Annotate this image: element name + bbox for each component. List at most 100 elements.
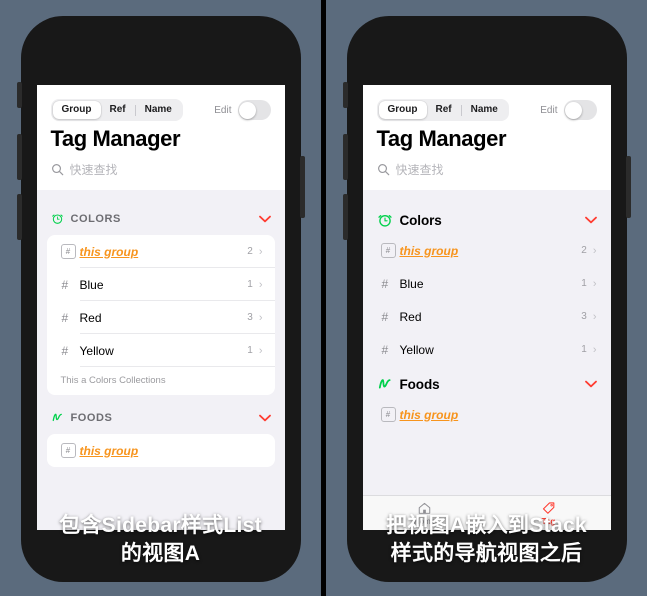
toggle-knob [565, 101, 582, 119]
section-header-foods[interactable]: Foods [363, 376, 611, 392]
segment-name[interactable]: Name [136, 101, 181, 119]
row-separator [79, 366, 275, 367]
phone-screen-right: Group Ref Name Edit Tag Manager 快速查找 Col… [362, 85, 611, 530]
phone-screen-left: Group Ref Name Edit Tag Manager 快速查找 COL… [36, 85, 285, 530]
silent-switch-button[interactable] [342, 82, 348, 108]
volume-down-button[interactable] [16, 194, 22, 240]
segment-group[interactable]: Group [52, 101, 101, 119]
page-title: Tag Manager [376, 126, 507, 151]
list-item-count: 1 [247, 279, 253, 290]
volume-up-button[interactable] [342, 134, 348, 180]
chevron-right-icon[interactable]: › [593, 245, 597, 257]
list-item[interactable]: # Yellow 1 › [363, 333, 611, 366]
section-header-left: FOODS [51, 411, 113, 424]
search-icon [377, 164, 389, 176]
caption-left-line2: 的视图A [120, 542, 201, 565]
silent-switch-button[interactable] [16, 82, 22, 108]
list-item-label: this group [399, 243, 459, 258]
section-header-left: COLORS [51, 212, 121, 225]
chevron-right-icon[interactable]: › [259, 312, 263, 324]
caption-left: 包含Sidebar样式List 的视图A [21, 512, 301, 568]
search-placeholder: 快速查找 [69, 163, 118, 177]
list-item[interactable]: # Yellow 1 › [47, 334, 275, 367]
list-item-count: 1 [581, 344, 587, 355]
section-label-colors: Colors [399, 212, 442, 228]
hash-icon: # [61, 277, 69, 292]
hash-box-icon: # [380, 407, 400, 422]
volume-down-button[interactable] [342, 194, 348, 240]
power-button[interactable] [625, 156, 631, 218]
section-label-foods: Foods [399, 376, 440, 392]
search-icon [51, 164, 63, 176]
list-item[interactable]: # this group [363, 398, 611, 431]
segment-group[interactable]: Group [378, 101, 427, 119]
hash-icon: # [61, 310, 69, 325]
list-item-label: Blue [79, 277, 104, 292]
chevron-right-icon[interactable]: › [259, 279, 263, 291]
chevron-down-icon[interactable] [584, 380, 597, 388]
caption-right-line1: 把视图A嵌入到Stack [386, 514, 587, 537]
list-item[interactable]: # this group 2 › [47, 235, 275, 268]
segment-ref[interactable]: Ref [101, 101, 135, 119]
section-header-foods[interactable]: FOODS [37, 411, 285, 424]
chevron-down-icon[interactable] [258, 215, 271, 223]
list-item[interactable]: # Blue 1 › [47, 268, 275, 301]
edit-toggle-group[interactable]: Edit [540, 100, 597, 120]
volume-up-button[interactable] [16, 134, 22, 180]
section-header-colors[interactable]: Colors [363, 212, 611, 228]
search-field[interactable]: 快速查找 [51, 152, 271, 190]
section-header-colors[interactable]: COLORS [37, 212, 285, 225]
edit-toggle-group[interactable]: Edit [214, 100, 271, 120]
edit-toggle-switch[interactable] [563, 100, 597, 120]
list-item-count: 3 [247, 312, 253, 323]
section-card-colors: # this group 2 › # Blue 1 › # Red 3 › # … [363, 234, 611, 366]
list-item[interactable]: # Red 3 › [363, 300, 611, 333]
segmented-control-sort[interactable]: Group Ref Name [50, 99, 183, 121]
list-item[interactable]: # this group 2 › [363, 234, 611, 267]
chevron-right-icon[interactable]: › [593, 278, 597, 290]
list-item-label: Red [399, 309, 422, 324]
list-item-label: Red [79, 310, 102, 325]
list-item-label: Yellow [399, 342, 434, 357]
chevron-right-icon[interactable]: › [259, 345, 263, 357]
search-field[interactable]: 快速查找 [377, 152, 597, 190]
segment-name[interactable]: Name [462, 101, 507, 119]
caption-right-line2: 样式的导航视图之后 [390, 542, 583, 565]
edit-toggle-switch[interactable] [237, 100, 271, 120]
segment-ref[interactable]: Ref [427, 101, 461, 119]
segmented-control-sort[interactable]: Group Ref Name [376, 99, 509, 121]
section-card-foods: # this group [46, 434, 275, 467]
alarm-clock-icon [51, 214, 63, 224]
nav-top-row: Group Ref Name Edit [376, 85, 597, 121]
edit-label: Edit [214, 104, 232, 116]
toggle-knob [239, 101, 256, 119]
list-item[interactable]: # Blue 1 › [363, 267, 611, 300]
power-button[interactable] [299, 156, 305, 218]
section-header-left: Colors [377, 212, 442, 228]
hash-icon: # [381, 276, 389, 291]
list-item-count: 1 [581, 278, 587, 289]
phone-chassis-right: Group Ref Name Edit Tag Manager 快速查找 Col… [342, 16, 631, 582]
phone-chassis-left: Group Ref Name Edit Tag Manager 快速查找 COL… [16, 16, 305, 582]
hash-box-icon: # [60, 244, 80, 259]
chevron-right-icon[interactable]: › [593, 311, 597, 323]
squiggle-icon [378, 379, 391, 389]
chevron-down-icon[interactable] [584, 216, 597, 224]
section-card-foods: # this group [363, 398, 611, 431]
chevron-down-icon[interactable] [258, 414, 271, 422]
chevron-right-icon[interactable]: › [259, 246, 263, 258]
list-item-count: 2 [581, 245, 587, 256]
search-placeholder: 快速查找 [395, 163, 444, 177]
chevron-right-icon[interactable]: › [593, 344, 597, 356]
section-footer-colors: This a Colors Collections [60, 375, 166, 386]
list-item[interactable]: # this group [47, 434, 275, 467]
section-card-colors: # this group 2 › # Blue 1 › # Red 3 › # … [46, 235, 275, 395]
list-item-label: Blue [399, 276, 424, 291]
squiggle-icon [52, 413, 62, 422]
list-item-label: this group [399, 407, 459, 422]
list-item[interactable]: # Red 3 › [47, 301, 275, 334]
nav-header: Group Ref Name Edit Tag Manager 快速查找 [36, 85, 285, 190]
list-item-label: Yellow [79, 343, 114, 358]
hash-icon: # [381, 342, 389, 357]
panel-divider [321, 0, 326, 596]
